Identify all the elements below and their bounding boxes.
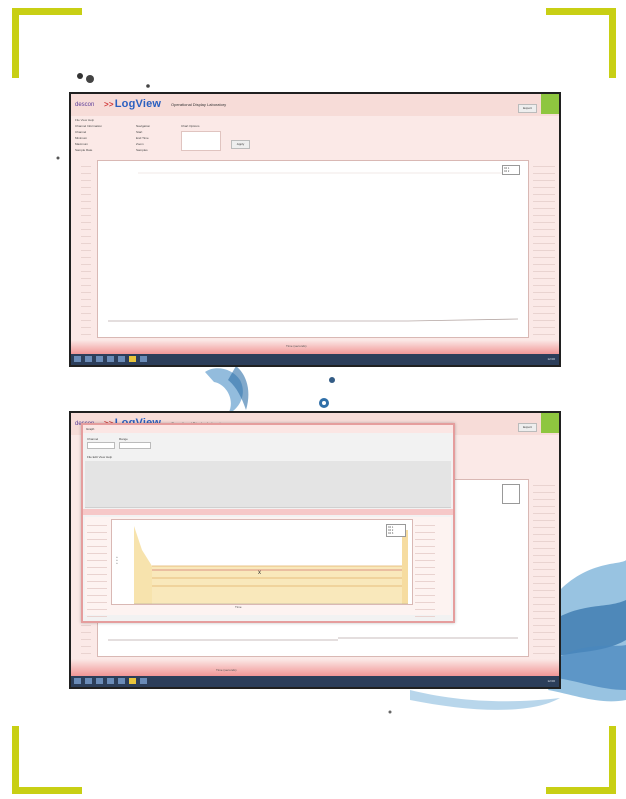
dialog-y-axis-left (87, 519, 107, 617)
plot-cursor-marker: x (258, 570, 261, 576)
y-axis-right (533, 479, 555, 675)
dialog-inner-label-block: ▪▪ ▪▪ ▪▪ (116, 556, 118, 565)
app-title: Operational Display Laboratory (171, 102, 227, 107)
taskbar-app-icon[interactable] (107, 678, 114, 684)
green-corner-button[interactable] (541, 413, 559, 433)
taskbar-app-icon[interactable] (118, 678, 125, 684)
taskbar-app-icon[interactable] (96, 356, 103, 362)
brand-name: LogView (114, 98, 162, 110)
dialog-title: Graph (83, 425, 453, 433)
navigation-row: Samples (136, 148, 148, 152)
navigation-title: Navigation (136, 124, 151, 128)
chart-options-box[interactable] (181, 131, 221, 151)
taskbar-clock: 12:00 (547, 357, 555, 361)
dialog-x-axis-label: Time (235, 605, 242, 609)
logview-app-window: descon >>LogView Operational Display Lab… (71, 94, 559, 356)
brand-prefix: descon (75, 102, 95, 108)
series-fill-band (152, 566, 402, 604)
dialog-pink-band (83, 509, 453, 515)
channel-info-title: Channel Information (75, 124, 103, 128)
dialog-chart-panel: x ▪▪ ▪▪ ▪▪ Ch 1 Ch 2 Ch 3 Time (85, 517, 451, 617)
main-chart-area[interactable]: Ch 1 Ch 2 (97, 160, 529, 338)
x-axis-label: Time (seconds) (216, 668, 237, 672)
channel-select[interactable] (87, 442, 115, 449)
channel-info-row: Maximum (75, 142, 89, 146)
channel-info-group: Channel Information Channel Minimum Maxi… (75, 124, 123, 152)
dialog-field-channel: Channel (87, 437, 115, 449)
dialog-plot-svg: x (134, 526, 408, 605)
menu-bar[interactable]: File View Help (75, 118, 94, 122)
y-axis-left (81, 160, 91, 356)
y-axis-right (533, 160, 555, 356)
taskbar-app-icon[interactable] (85, 678, 92, 684)
dialog-menu[interactable]: File Edit View Help (87, 455, 112, 459)
taskbar-clock: 12:00 (547, 679, 555, 683)
main-chart-svg (108, 172, 519, 322)
dialog-y-axis-right (415, 519, 435, 617)
taskbar-app-icon[interactable] (140, 356, 147, 362)
series-fill-left (134, 526, 152, 604)
dialog-toolbar-area (85, 461, 451, 508)
navigation-row: Start (136, 130, 143, 134)
windows-taskbar: 12:00 (71, 676, 559, 687)
range-select[interactable] (119, 442, 151, 449)
logview-screenshot-bottom: descon >>LogView Operational Display Lab… (69, 411, 561, 689)
dialog-plot-area[interactable]: x ▪▪ ▪▪ ▪▪ Ch 1 Ch 2 Ch 3 (111, 519, 413, 605)
windows-taskbar: 12:00 (71, 354, 559, 365)
taskbar-app-icon[interactable] (85, 356, 92, 362)
chart-legend[interactable]: Ch 1 Ch 2 (502, 165, 520, 175)
taskbar-app-icon[interactable] (129, 356, 136, 362)
channel-info-row: Sample Rate (75, 148, 93, 152)
taskbar-app-icon[interactable] (107, 356, 114, 362)
taskbar-app-icon[interactable] (96, 678, 103, 684)
taskbar-app-icon[interactable] (140, 678, 147, 684)
graph-dialog[interactable]: Graph Channel Range File Edit View Help (81, 423, 455, 623)
logview-app-window: descon >>LogView Operational Display Lab… (71, 413, 559, 678)
export-button[interactable]: Export (518, 104, 537, 113)
app-header: descon >>LogView Operational Display Lab… (71, 94, 559, 116)
navigation-row: Zoom (136, 142, 144, 146)
taskbar-app-icon[interactable] (129, 678, 136, 684)
channel-info-row: Minimum (75, 136, 88, 140)
dialog-field-range: Range (119, 437, 151, 449)
series-fill-right (402, 530, 408, 604)
taskbar-app-icon[interactable] (118, 356, 125, 362)
export-button[interactable]: Export (518, 423, 537, 432)
logview-screenshot-top: descon >>LogView Operational Display Lab… (69, 92, 561, 367)
x-axis-label: Time (seconds) (286, 344, 307, 348)
channel-info-row: Channel (75, 130, 87, 134)
chart-options-title: Chart Options (181, 124, 200, 128)
start-icon[interactable] (74, 356, 81, 362)
dialog-chart-legend[interactable]: Ch 1 Ch 2 Ch 3 (386, 524, 406, 537)
chart-legend[interactable] (502, 484, 520, 504)
apply-button[interactable]: Apply (231, 140, 250, 149)
start-icon[interactable] (74, 678, 81, 684)
chart-baseline-tail (407, 318, 519, 322)
navigation-row: End Time (136, 136, 149, 140)
navigation-group: Navigation Start End Time Zoom Samples (136, 124, 181, 152)
logo-arrow-icon: >> (104, 100, 114, 109)
green-corner-button[interactable] (541, 94, 559, 114)
brand-logo: >>LogView (104, 98, 161, 110)
